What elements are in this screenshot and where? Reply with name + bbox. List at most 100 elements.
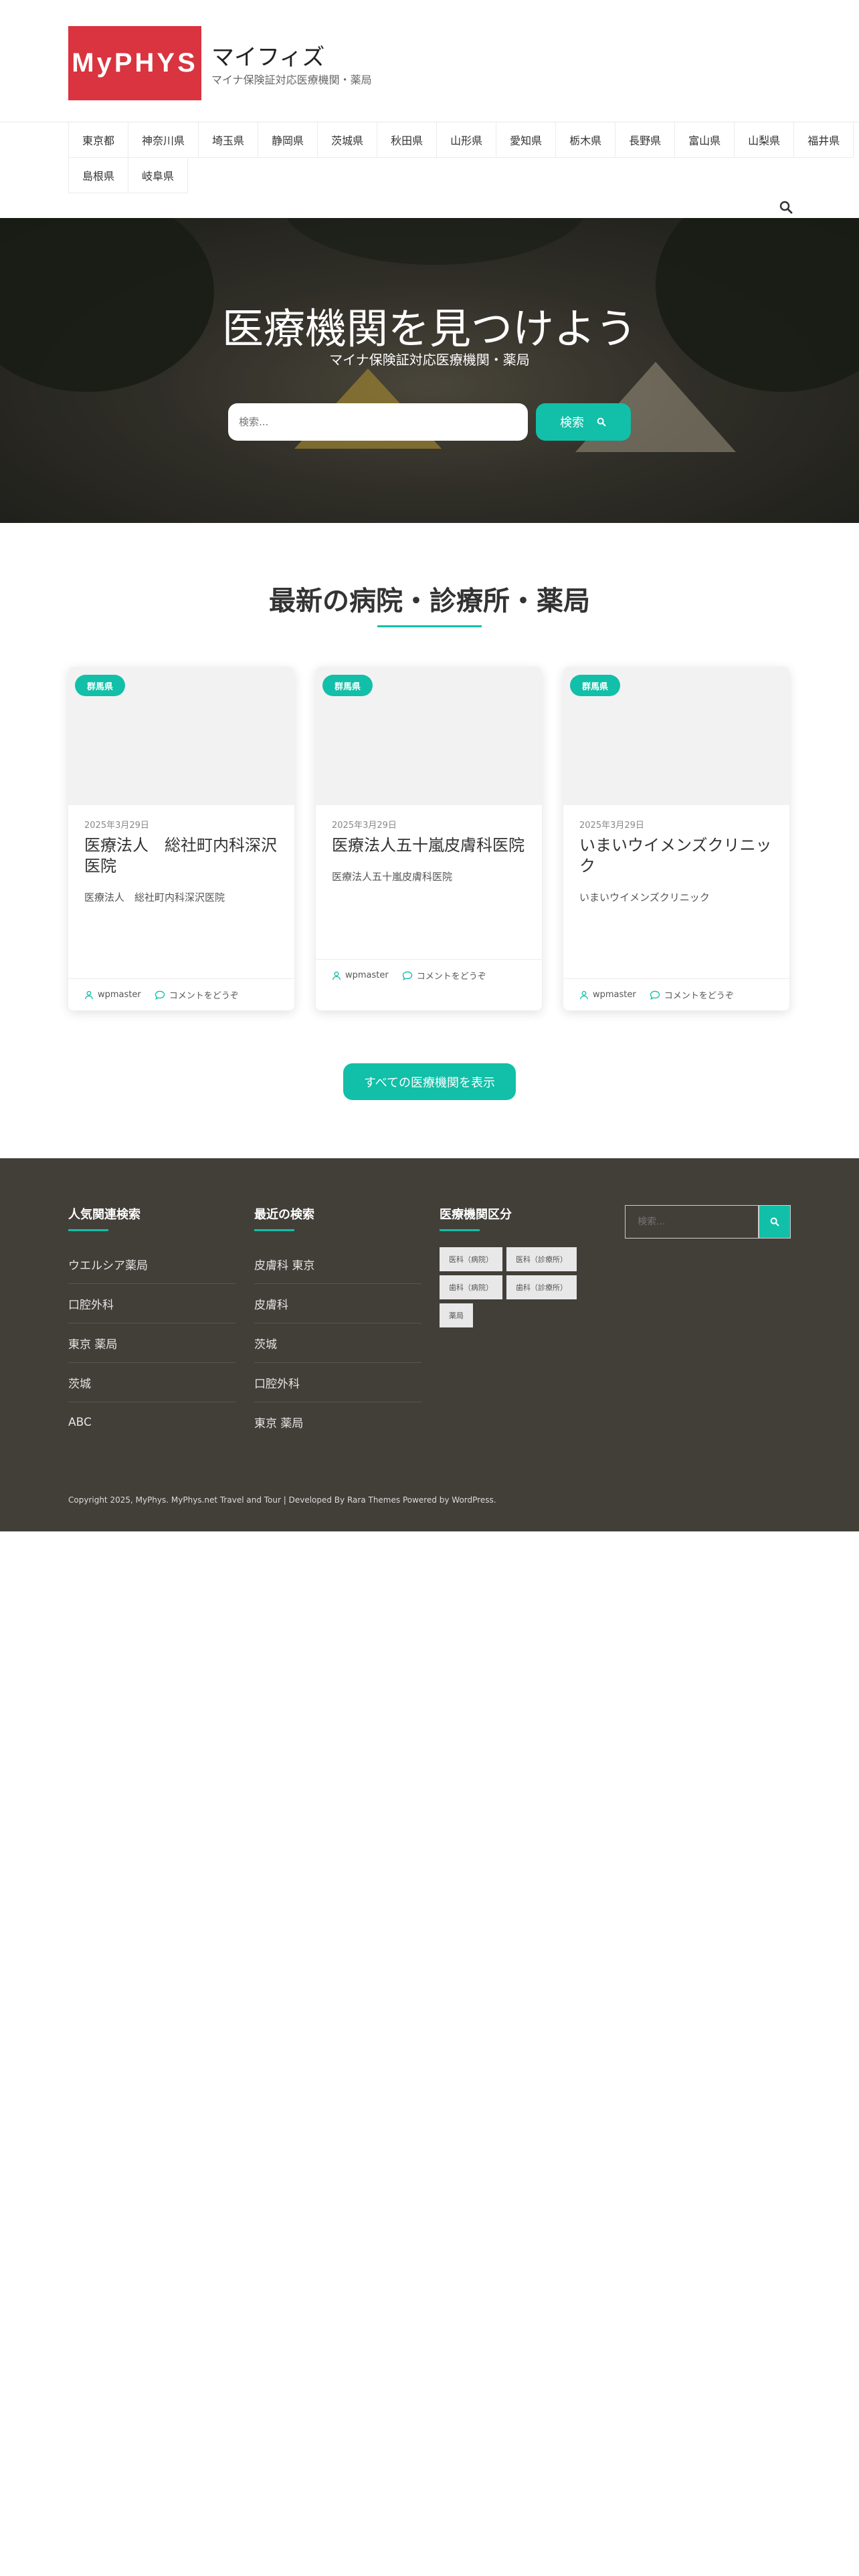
nav-item-kanagawa[interactable]: 神奈川県 [128, 122, 199, 158]
footer-link[interactable]: 皮膚科 [254, 1284, 421, 1323]
card-author[interactable]: wpmaster [332, 970, 389, 980]
nav-item-tokyo[interactable]: 東京都 [68, 122, 128, 158]
nav-item-toyama[interactable]: 富山県 [674, 122, 735, 158]
nav-item-gifu[interactable]: 岐阜県 [128, 158, 189, 193]
latest-section-title: 最新の病院・診療所・薬局 [269, 586, 590, 617]
nav-item-yamanashi[interactable]: 山梨県 [734, 122, 794, 158]
footer-link[interactable]: 皮膚科 東京 [254, 1245, 421, 1284]
card-title[interactable]: 医療法人 総社町内科深沢医院 [84, 835, 282, 877]
card-author[interactable]: wpmaster [84, 990, 141, 1000]
hero-search-button-label: 検索 [560, 416, 584, 430]
search-icon[interactable] [778, 199, 794, 215]
facility-card[interactable]: 群馬県 2025年3月29日 医療法人五十嵐皮膚科医院 医療法人五十嵐皮膚科医院… [316, 667, 542, 1010]
footer-link[interactable]: 口腔外科 [254, 1363, 421, 1402]
user-icon [580, 990, 588, 999]
card-comments[interactable]: コメントをどうぞ [155, 988, 239, 1001]
card-meta: wpmaster コメントをどうぞ [563, 978, 789, 1010]
footer-heading: 人気関連検索 [68, 1208, 140, 1222]
card-excerpt: いまいウイメンズクリニック [579, 891, 710, 903]
footer-link[interactable]: 東京 薬局 [254, 1402, 421, 1442]
comment-icon [402, 971, 412, 980]
footer-heading: 最近の検索 [254, 1208, 314, 1222]
user-icon [85, 990, 93, 999]
nav-item-tochigi[interactable]: 栃木県 [555, 122, 615, 158]
nav-item-nagano[interactable]: 長野県 [615, 122, 675, 158]
facility-card[interactable]: 群馬県 2025年3月29日 いまいウイメンズクリニック いまいウイメンズクリニ… [563, 667, 789, 1010]
card-date: 2025年3月29日 [579, 821, 644, 831]
nav-row-2: 島根県 岐阜県 [68, 158, 791, 193]
user-icon [332, 971, 341, 980]
site-logo[interactable]: MyPHYS [68, 26, 201, 100]
prefecture-nav: 東京都 神奈川県 埼玉県 静岡県 茨城県 秋田県 山形県 愛知県 栃木県 長野県… [68, 122, 854, 193]
card-category-badge[interactable]: 群馬県 [570, 675, 621, 696]
card-category-badge[interactable]: 群馬県 [322, 675, 373, 696]
nav-item-shizuoka[interactable]: 静岡県 [258, 122, 318, 158]
facility-card[interactable]: 群馬県 2025年3月29日 医療法人 総社町内科深沢医院 医療法人 総社町内科… [68, 667, 294, 1010]
category-tag[interactable]: 歯科（病院） [440, 1275, 502, 1299]
footer-link[interactable]: 茨城 [254, 1323, 421, 1363]
hero-subtitle: マイナ保険証対応医療機関・薬局 [329, 352, 530, 368]
category-tag[interactable]: 医科（病院） [440, 1247, 502, 1271]
card-meta: wpmaster コメントをどうぞ [68, 978, 294, 1010]
footer-search-button[interactable] [759, 1205, 791, 1239]
nav-item-akita[interactable]: 秋田県 [377, 122, 437, 158]
footer-popular-searches: 人気関連検索 ウエルシア薬局 口腔外科 東京 薬局 茨城 ABC [68, 1205, 235, 1442]
site-header: MyPHYS マイフィズ マイナ保険証対応医療機関・薬局 [0, 0, 859, 122]
copyright-text: Copyright 2025, MyPhys. MyPhys.net Trave… [68, 1495, 496, 1505]
search-icon [597, 417, 606, 427]
footer-heading: 医療機関区分 [440, 1208, 512, 1222]
footer-search-input[interactable] [625, 1205, 759, 1239]
card-excerpt: 医療法人 総社町内科深沢医院 [84, 891, 225, 903]
comment-icon [155, 990, 165, 1000]
card-author[interactable]: wpmaster [579, 990, 636, 1000]
card-author-name: wpmaster [98, 990, 141, 1000]
card-title[interactable]: 医療法人五十嵐皮膚科医院 [332, 835, 530, 856]
footer-link[interactable]: 茨城 [68, 1363, 235, 1402]
nav-row-1: 東京都 神奈川県 埼玉県 静岡県 茨城県 秋田県 山形県 愛知県 栃木県 長野県… [68, 122, 854, 158]
card-date: 2025年3月29日 [332, 821, 397, 831]
logo-text: MyPHYS [72, 48, 198, 78]
nav-item-ibaraki[interactable]: 茨城県 [317, 122, 377, 158]
nav-item-fukui[interactable]: 福井県 [793, 122, 854, 158]
card-author-name: wpmaster [593, 990, 636, 1000]
footer-heading-underline [440, 1229, 480, 1231]
comment-icon [650, 990, 660, 1000]
footer-link[interactable]: ABC [68, 1402, 235, 1442]
category-tag[interactable]: 薬局 [440, 1303, 473, 1327]
category-tag[interactable]: 医科（診療所） [506, 1247, 577, 1271]
nav-item-shimane[interactable]: 島根県 [68, 158, 128, 193]
card-date: 2025年3月29日 [84, 821, 149, 831]
footer-link[interactable]: ウエルシア薬局 [68, 1245, 235, 1284]
card-comments[interactable]: コメントをどうぞ [402, 969, 486, 982]
footer-link[interactable]: 口腔外科 [68, 1284, 235, 1323]
hero-overlay [0, 218, 859, 523]
category-tag[interactable]: 歯科（診療所） [506, 1275, 577, 1299]
card-author-name: wpmaster [345, 970, 389, 980]
site-footer: 人気関連検索 ウエルシア薬局 口腔外科 東京 薬局 茨城 ABC 最近の検索 皮… [0, 1158, 859, 1531]
hero-title: 医療機関を見つけよう [221, 304, 637, 353]
site-title[interactable]: マイフィズ [211, 39, 324, 72]
search-icon [770, 1217, 779, 1226]
card-comments-label: コメントをどうぞ [416, 972, 486, 982]
card-excerpt: 医療法人五十嵐皮膚科医院 [332, 871, 453, 883]
footer-link[interactable]: 東京 薬局 [68, 1323, 235, 1363]
footer-heading-underline [68, 1229, 108, 1231]
hero-search-input[interactable] [228, 403, 528, 441]
nav-item-aichi[interactable]: 愛知県 [496, 122, 556, 158]
card-comments-label: コメントをどうぞ [664, 991, 734, 1001]
footer-recent-searches: 最近の検索 皮膚科 東京 皮膚科 茨城 口腔外科 東京 薬局 [254, 1205, 421, 1442]
footer-heading-underline [254, 1229, 294, 1231]
card-title[interactable]: いまいウイメンズクリニック [579, 835, 777, 877]
nav-item-saitama[interactable]: 埼玉県 [198, 122, 258, 158]
card-comments-label: コメントをどうぞ [169, 991, 239, 1001]
hero-banner: 医療機関を見つけよう マイナ保険証対応医療機関・薬局 検索 [0, 218, 859, 523]
card-category-badge[interactable]: 群馬県 [75, 675, 126, 696]
section-underline [377, 625, 482, 627]
site-description: マイナ保険証対応医療機関・薬局 [211, 74, 372, 86]
card-meta: wpmaster コメントをどうぞ [316, 959, 542, 991]
hero-search-button[interactable]: 検索 [536, 403, 631, 441]
nav-item-yamagata[interactable]: 山形県 [436, 122, 496, 158]
footer-facility-categories: 医療機関区分 医科（病院） 医科（診療所） 歯科（病院） 歯科（診療所） 薬局 [440, 1205, 607, 1327]
card-comments[interactable]: コメントをどうぞ [650, 988, 734, 1001]
view-all-facilities-button[interactable]: すべての医療機関を表示 [343, 1063, 516, 1100]
